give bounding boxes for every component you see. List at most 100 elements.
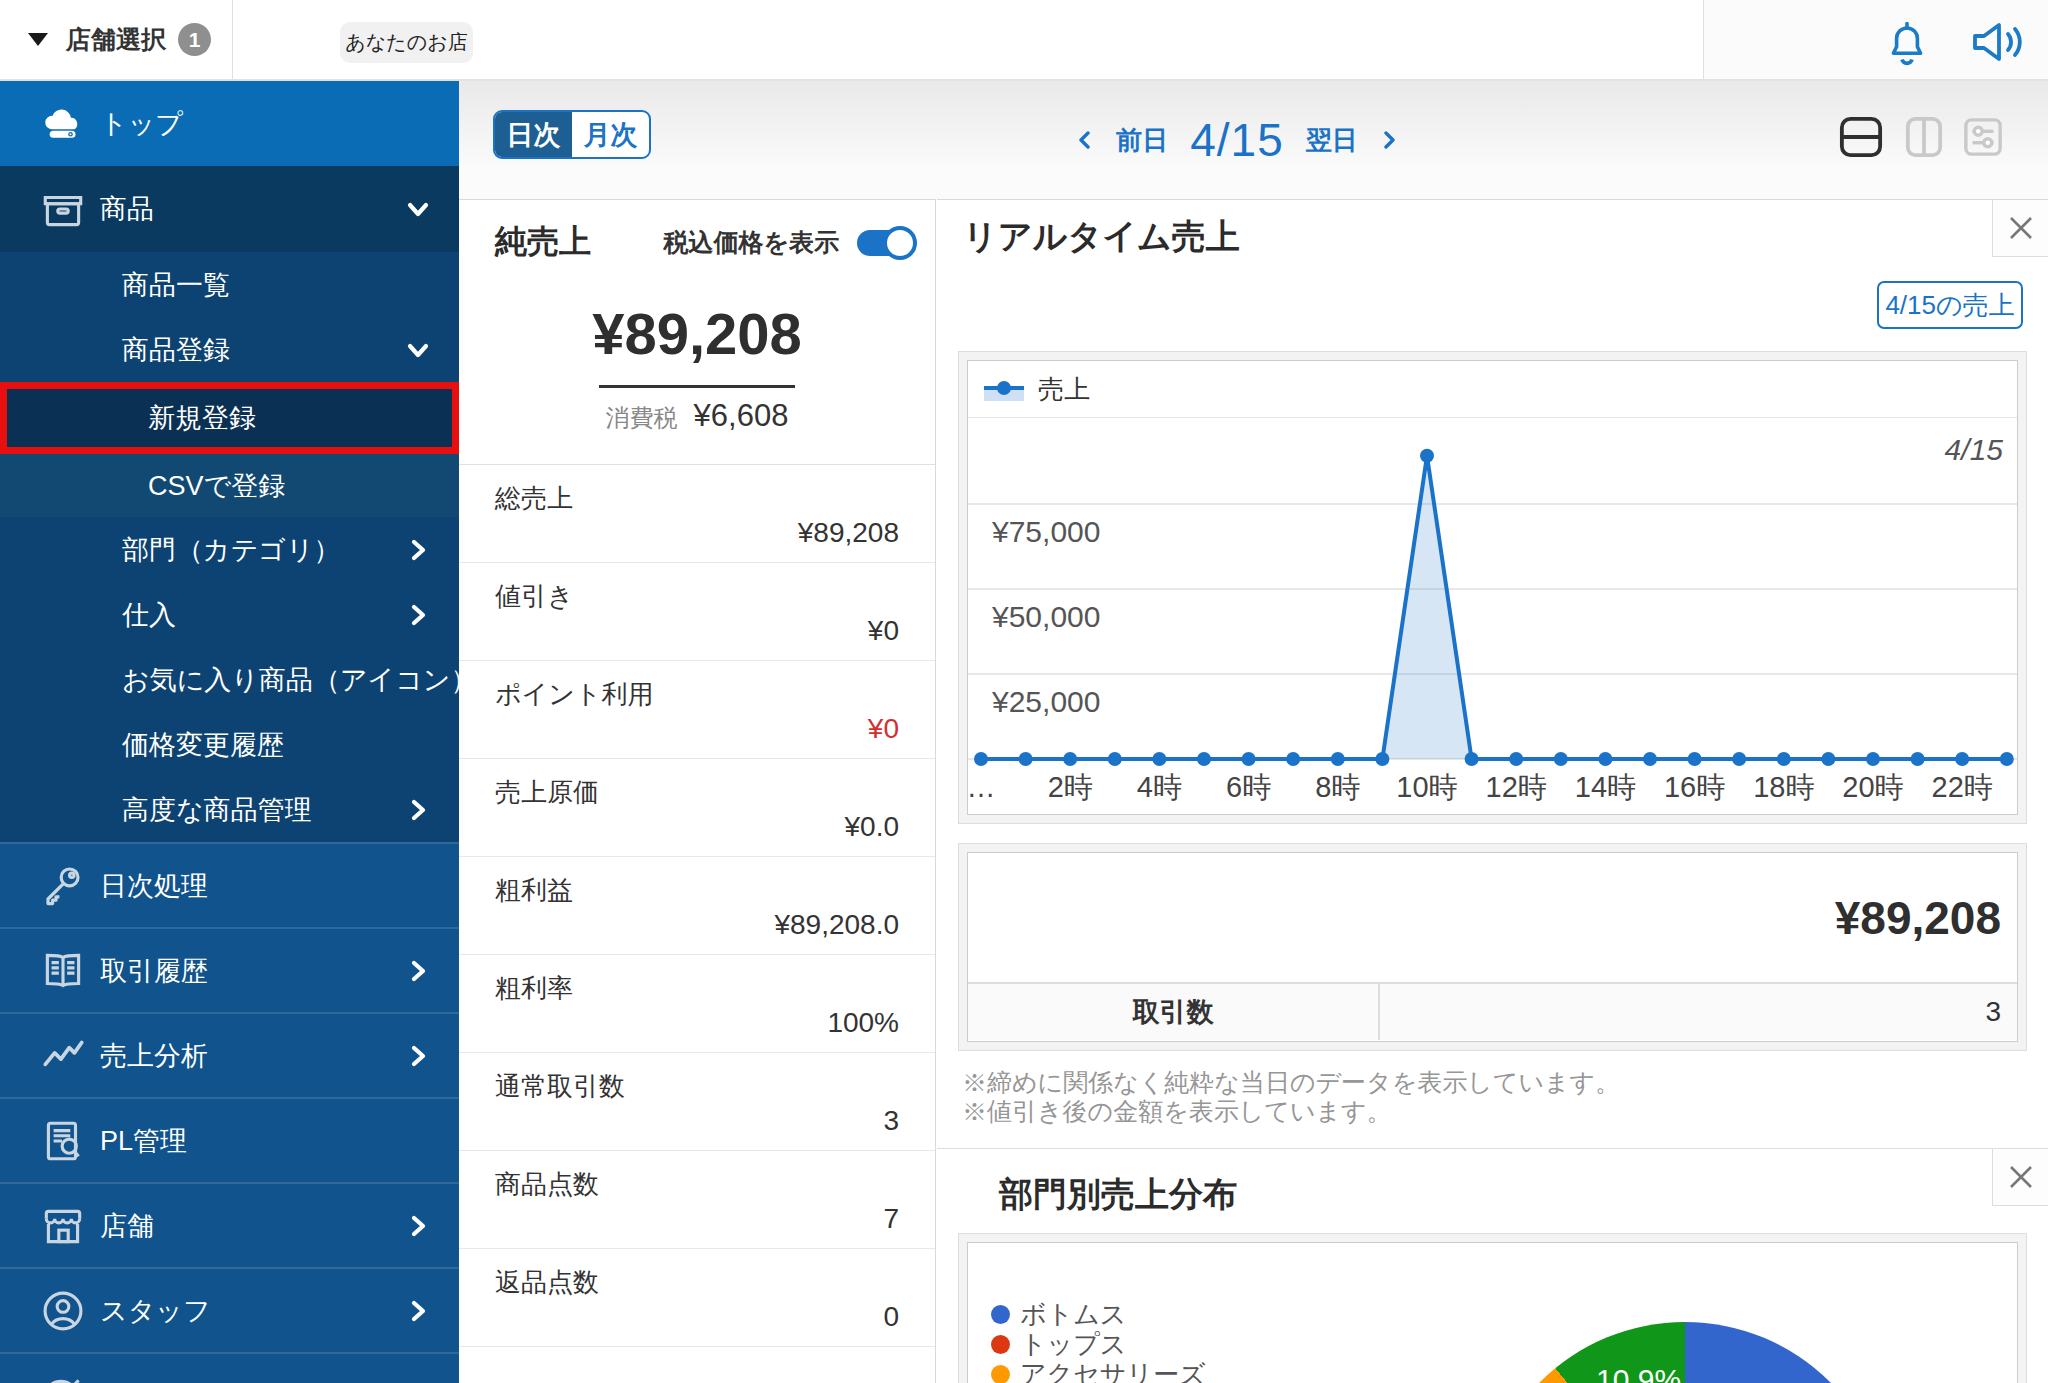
chevron-right-icon <box>405 1298 431 1324</box>
chevron-right-icon <box>405 602 431 628</box>
key-icon <box>38 861 88 911</box>
store-select-dropdown[interactable]: 店舗選択 1 <box>0 0 233 79</box>
chevron-right-icon <box>405 537 431 563</box>
sidebar-item-purchase[interactable]: 仕入 <box>0 582 459 647</box>
layout-vertical-split-icon[interactable] <box>1905 115 1943 159</box>
chevron-down-icon <box>405 337 431 363</box>
sidebar-item-sales-analysis[interactable]: 売上分析 <box>0 1012 459 1097</box>
svg-text:12時: 12時 <box>1486 771 1547 803</box>
sidebar-item-csv-register[interactable]: CSVで登録 <box>0 454 459 517</box>
report-icon <box>38 1116 88 1166</box>
svg-text:¥25,000: ¥25,000 <box>991 685 1100 718</box>
summary-total-amount: ¥89,208 <box>1835 891 2001 945</box>
svg-text:¥75,000: ¥75,000 <box>991 515 1100 548</box>
svg-text:4時: 4時 <box>1137 771 1182 803</box>
svg-text:16時: 16時 <box>1664 771 1725 803</box>
close-icon <box>2006 213 2036 243</box>
stat-row: 粗利益¥89,208.0 <box>459 857 935 955</box>
svg-text:¥50,000: ¥50,000 <box>991 600 1100 633</box>
stat-row: 総売上¥89,208 <box>459 465 935 563</box>
net-sales-panel: 純売上 税込価格を表示 ¥89,208 消費税 ¥6,608 総売上¥89,208… <box>459 199 936 1383</box>
settings-sliders-icon[interactable] <box>1963 115 2003 159</box>
pie-legend-item: アクセサリーズ <box>991 1359 1206 1383</box>
main-toolbar: 日次月次 前日 4/15 翌日 <box>459 81 2048 199</box>
sidebar-item-store[interactable]: 店舗 <box>0 1182 459 1267</box>
note-line: ※値引き後の金額を表示しています。 <box>962 1097 1620 1126</box>
sidebar-item-product-register[interactable]: 商品登録 <box>0 317 459 382</box>
tax-include-toggle[interactable] <box>857 230 913 256</box>
stat-row: 粗利率100% <box>459 955 935 1053</box>
sales-series-legend-icon <box>984 377 1024 401</box>
category-pie-card: ボトムストップスアクセサリーズ 10.9% <box>958 1233 2027 1383</box>
layout-horizontal-split-icon[interactable] <box>1838 115 1884 159</box>
stat-row: 売上原価¥0.0 <box>459 759 935 857</box>
chevron-right-icon <box>405 1043 431 1069</box>
tax-amount: ¥6,608 <box>694 398 789 433</box>
store-count-badge: 1 <box>178 23 211 56</box>
close-category-sales-button[interactable] <box>1992 1149 2048 1206</box>
announcement-icon[interactable] <box>1969 16 2027 68</box>
header: 店舗選択 1 あなたのお店 <box>0 0 2048 81</box>
sidebar-item-daily-processing[interactable]: 日次処理 <box>0 842 459 927</box>
sidebar-item-new-registration[interactable]: 新規登録 <box>0 382 459 454</box>
stat-row: 商品点数7 <box>459 1151 935 1249</box>
box-icon <box>38 184 88 234</box>
chart-line-icon <box>38 1031 88 1081</box>
pie-icon <box>38 1371 88 1383</box>
tax-toggle-label: 税込価格を表示 <box>663 226 839 259</box>
net-sales-title: 純売上 <box>495 220 591 264</box>
tax-label: 消費税 <box>606 404 678 431</box>
svg-text:8時: 8時 <box>1315 771 1360 803</box>
close-realtime-button[interactable] <box>1992 200 2048 257</box>
sidebar-item-price-change-history[interactable]: 価格変更履歴 <box>0 712 459 777</box>
bell-icon[interactable] <box>1886 20 1928 68</box>
daily-summary-card: ¥89,208 取引数 3 <box>958 843 2027 1051</box>
svg-text:14時: 14時 <box>1575 771 1636 803</box>
realtime-chart-card: 売上 ¥25,000¥50,000¥75,000…2時4時6時8時10時12時1… <box>958 351 2027 824</box>
svg-text:6時: 6時 <box>1226 771 1271 803</box>
sidebar-item-transaction-history[interactable]: 取引履歴 <box>0 927 459 1012</box>
transactions-header: 取引数 <box>968 984 1380 1040</box>
stat-row: 通常取引数3 <box>459 1053 935 1151</box>
sidebar-item-advanced-product-management[interactable]: 高度な商品管理 <box>0 777 459 842</box>
realtime-line-chart: ¥25,000¥50,000¥75,000…2時4時6時8時10時12時14時1… <box>968 418 2017 816</box>
sales-series-legend-label: 売上 <box>1038 372 1090 407</box>
sidebar-item-product-list[interactable]: 商品一覧 <box>0 252 459 317</box>
pie-slice-label: 10.9% <box>1596 1363 1681 1383</box>
stat-row: 返品点数0 <box>459 1249 935 1347</box>
cloud-icon <box>38 99 88 149</box>
caret-down-icon <box>28 33 48 46</box>
dashboard: 店舗選択 1 あなたのお店 トップ商品商品一覧商品登録新規登録CSVで登 <box>0 0 2048 1383</box>
staff-icon <box>38 1286 88 1336</box>
sidebar-item-top[interactable]: トップ <box>0 81 459 166</box>
pie-legend-item: ボトムス <box>991 1299 1206 1329</box>
pie-legend-item: トップス <box>991 1329 1206 1359</box>
sidebar-item-products[interactable]: 商品 <box>0 166 459 252</box>
transactions-value: 3 <box>1985 996 2001 1028</box>
svg-text:…: … <box>968 771 996 803</box>
notes: ※締めに関係なく純粋な当日のデータを表示しています。 ※値引き後の金額を表示して… <box>962 1068 1620 1126</box>
sidebar-item-staff[interactable]: スタッフ <box>0 1267 459 1352</box>
svg-text:4/15: 4/15 <box>1945 433 2004 466</box>
net-sales-amount: ¥89,208 <box>459 300 935 367</box>
book-icon <box>38 946 88 996</box>
svg-text:18時: 18時 <box>1753 771 1814 803</box>
chevron-right-icon <box>405 797 431 823</box>
svg-text:22時: 22時 <box>1932 771 1993 803</box>
day-sales-button[interactable]: 4/15の売上 <box>1877 281 2023 329</box>
category-pie-chart <box>1480 1322 1890 1383</box>
sidebar-item-partial-bottom[interactable] <box>0 1352 459 1383</box>
svg-text:20時: 20時 <box>1842 771 1903 803</box>
chevron-right-icon <box>405 958 431 984</box>
realtime-sales-title: リアルタイム売上 <box>963 214 1240 260</box>
svg-text:2時: 2時 <box>1048 771 1093 803</box>
category-sales-title: 部門別売上分布 <box>999 1172 1237 1218</box>
store-tab[interactable]: あなたのお店 <box>340 22 473 63</box>
note-line: ※締めに関係なく純粋な当日のデータを表示しています。 <box>962 1068 1620 1097</box>
stat-row: ポイント利用¥0 <box>459 661 935 759</box>
stat-row: 値引き¥0 <box>459 563 935 661</box>
sidebar-item-favorite-products[interactable]: お気に入り商品（アイコン） <box>0 647 459 712</box>
sidebar-item-category[interactable]: 部門（カテゴリ） <box>0 517 459 582</box>
store-icon <box>38 1201 88 1251</box>
sidebar-item-pl-management[interactable]: PL管理 <box>0 1097 459 1182</box>
